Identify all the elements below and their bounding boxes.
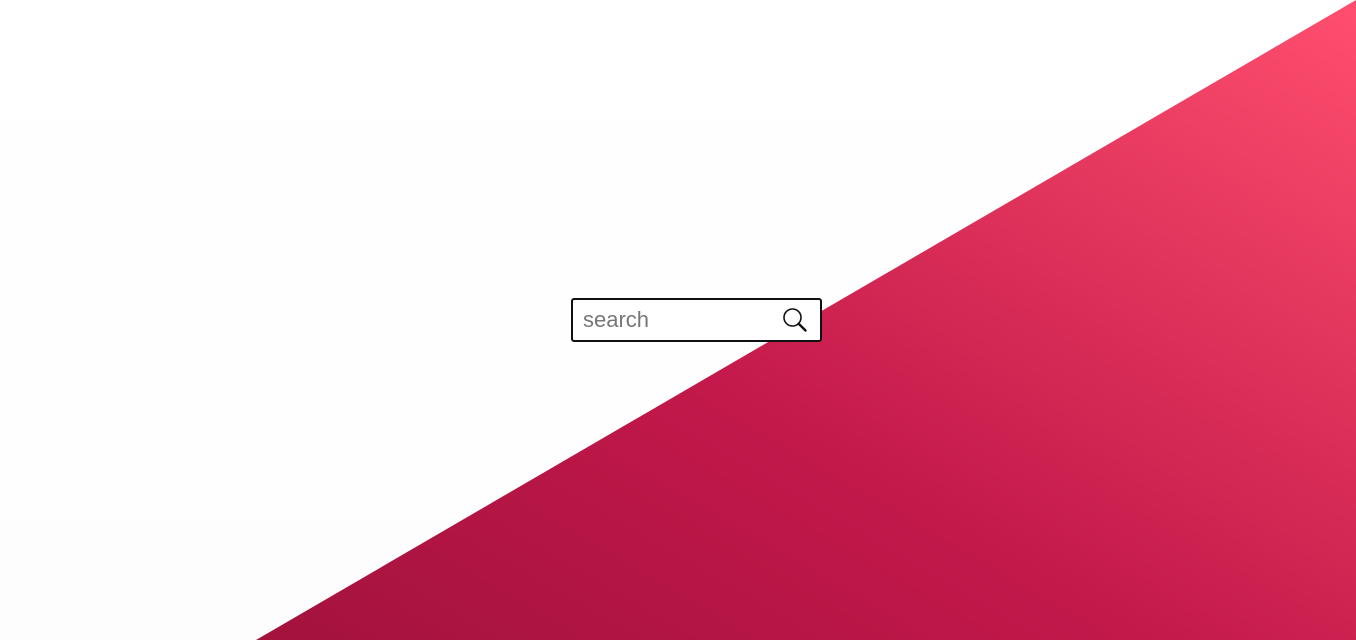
search-icon xyxy=(783,308,807,332)
search-box xyxy=(571,298,822,342)
page xyxy=(0,0,1356,640)
search-input[interactable] xyxy=(573,300,770,340)
search-button[interactable] xyxy=(770,300,820,340)
